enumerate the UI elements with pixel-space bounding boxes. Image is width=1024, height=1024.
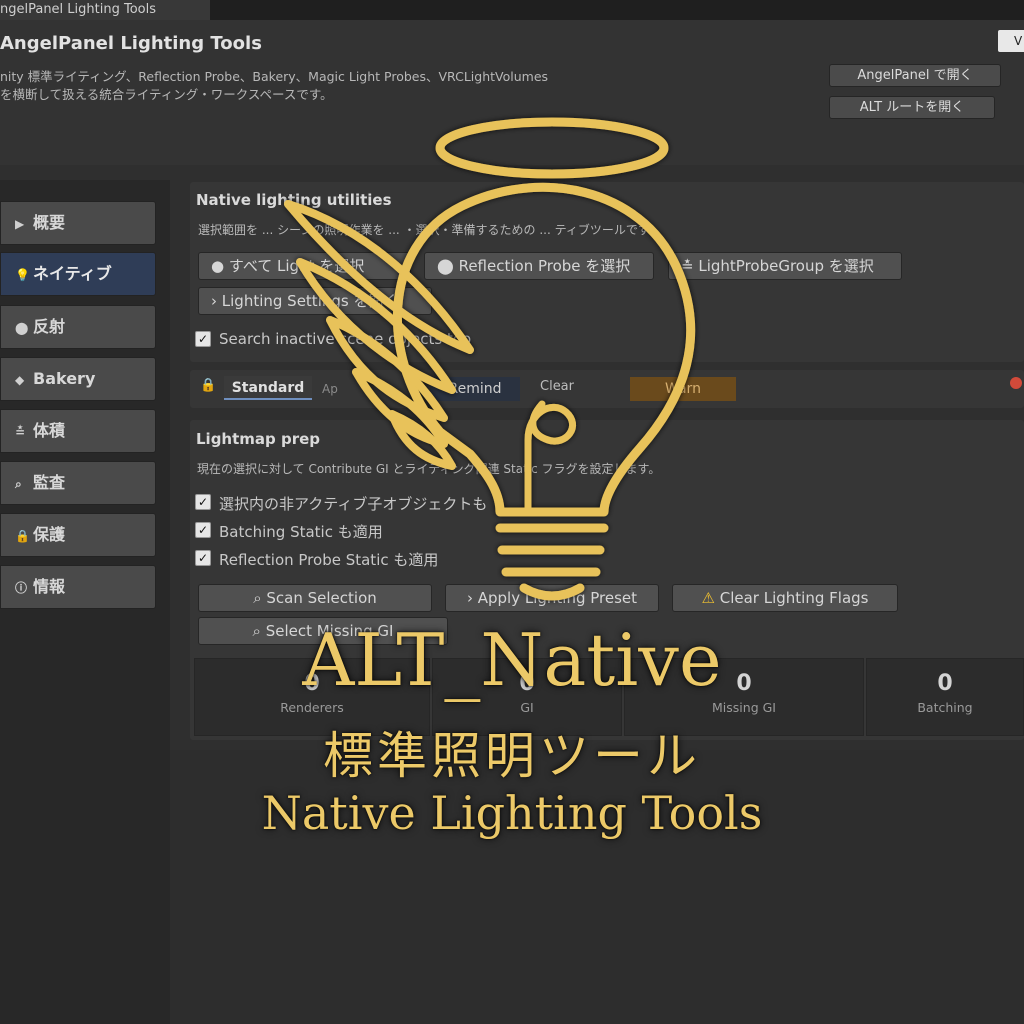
stat-label: Renderers (280, 700, 344, 715)
check-batching-static-label: Batching Static も適用 (219, 523, 383, 541)
sidebar-item-label: 保護 (33, 525, 66, 544)
lightmap-subtitle: 現在の選択に対して Contribute GI とライティング関連 Static… (197, 462, 661, 476)
bulb-icon: 💡 (15, 268, 30, 282)
lock-icon[interactable]: 🔒 (200, 378, 216, 393)
apply-tab[interactable]: Ap (322, 377, 338, 401)
stat-label: GI (520, 700, 534, 715)
clear-flags-label: Clear Lighting Flags (719, 589, 869, 607)
sidebar-item-label: ネイティブ (33, 264, 112, 283)
sidebar-item-3[interactable]: ◆ Bakery (0, 357, 156, 401)
window-title: AngelPanel Lighting Tools (0, 33, 262, 54)
volume-icon: ≛ (15, 425, 26, 439)
warn-tab[interactable]: Warn (630, 377, 736, 401)
sidebar-item-label: 反射 (33, 317, 66, 336)
inactive-checkbox-label: Search inactive scene objects too (219, 330, 472, 348)
probe-group-icon: ≛ (681, 257, 694, 275)
check-inactive-children[interactable]: ✓ (195, 494, 211, 510)
sidebar-item-6[interactable]: 🔒 保護 (0, 513, 156, 557)
description-line-1: nity 標準ライティング、Reflection Probe、Bakery、Ma… (0, 69, 549, 84)
apply-preset-label: Apply Lighting Preset (477, 589, 638, 607)
apply-preset-button[interactable]: › Apply Lighting Preset (445, 584, 659, 612)
inactive-checkbox[interactable]: ✓ (195, 331, 211, 347)
native-heading: Native lighting utilities (196, 191, 392, 209)
check-reflection-static[interactable]: ✓ (195, 550, 211, 566)
check-batching-static[interactable]: ✓ (195, 522, 211, 538)
scan-selection-button[interactable]: ⌕ Scan Selection (198, 584, 432, 612)
scan-selection-label: Scan Selection (266, 589, 377, 607)
select-lpg-label: LightProbeGroup を選択 (698, 257, 874, 275)
bulb-icon: ● (211, 257, 225, 275)
play-icon: ▶ (15, 217, 25, 231)
info-icon: ⓘ (15, 581, 28, 595)
check-reflection-static-label: Reflection Probe Static も適用 (219, 551, 439, 569)
sidebar-item-label: 情報 (33, 577, 66, 596)
sidebar-item-label: 概要 (33, 213, 66, 232)
remind-tab[interactable]: Remind (430, 377, 520, 401)
probe-icon: ⬤ (437, 257, 454, 275)
brand-subtitle-jp: 標準照明ツール (323, 727, 701, 785)
brand-title: ALT_Native (302, 618, 722, 702)
stat-label: Batching (917, 700, 973, 715)
standard-tab[interactable]: Standard (224, 376, 312, 400)
native-subtitle: 選択範囲を ... シーンの照明作業を ... ・選択・準備するための ... … (198, 223, 661, 237)
sidebar-item-0[interactable]: ▶ 概要 (0, 201, 156, 245)
sidebar-item-label: 体積 (33, 421, 66, 440)
select-reflection-probe-button[interactable]: ⬤ Reflection Probe を選択 (424, 252, 654, 280)
clear-flags-button[interactable]: ⚠ Clear Lighting Flags (672, 584, 898, 612)
clear-tab[interactable]: Clear (540, 375, 574, 399)
select-lights-button[interactable]: ● すべて Light を選択 (198, 252, 411, 280)
lock-icon: 🔒 (15, 529, 30, 543)
check-inactive-children-label: 選択内の非アクティブ子オブジェクトも (219, 495, 488, 513)
sidebar-item-1[interactable]: 💡 ネイティブ (0, 252, 156, 296)
lightmap-heading: Lightmap prep (196, 430, 321, 448)
version-tab[interactable]: V (998, 30, 1024, 52)
sidebar-item-5[interactable]: ⌕ 監査 (0, 461, 156, 505)
chevron-right-icon: › (211, 292, 217, 310)
select-reflection-label: Reflection Probe を選択 (458, 257, 631, 275)
cube-icon: ◆ (15, 373, 25, 387)
search-icon: ⌕ (253, 589, 262, 607)
sidebar-item-7[interactable]: ⓘ 情報 (0, 565, 156, 609)
stat-label: Missing GI (712, 700, 776, 715)
select-lights-label: すべて Light を選択 (228, 257, 365, 275)
description-line-2: を横断して扱える統合ライティング・ワークスペースです。 (0, 87, 333, 102)
open-alt-root-button[interactable]: ALT ルートを開く (829, 96, 995, 119)
open-lighting-label: Lighting Settings を開く (221, 292, 399, 310)
probe-icon: ⬤ (15, 321, 29, 335)
brand-subtitle-en: Native Lighting Tools (261, 786, 763, 840)
sidebar-item-label: Bakery (33, 369, 96, 388)
select-lightprobegroup-button[interactable]: ≛ LightProbeGroup を選択 (668, 252, 902, 280)
sidebar-item-2[interactable]: ⬤ 反射 (0, 305, 156, 349)
search-icon: ⌕ (15, 477, 22, 491)
open-angelpanel-button[interactable]: AngelPanel で開く (829, 64, 1001, 87)
warning-icon: ⚠ (701, 589, 715, 607)
preset-toolbar (190, 370, 1024, 408)
window-tab[interactable]: ngelPanel Lighting Tools (0, 0, 210, 20)
sidebar-item-4[interactable]: ≛ 体積 (0, 409, 156, 453)
status-dot (1010, 377, 1022, 389)
chevron-right-icon: › (466, 589, 473, 607)
open-lighting-settings-button[interactable]: › Lighting Settings を開く (198, 287, 432, 315)
sidebar-item-label: 監査 (33, 473, 66, 492)
